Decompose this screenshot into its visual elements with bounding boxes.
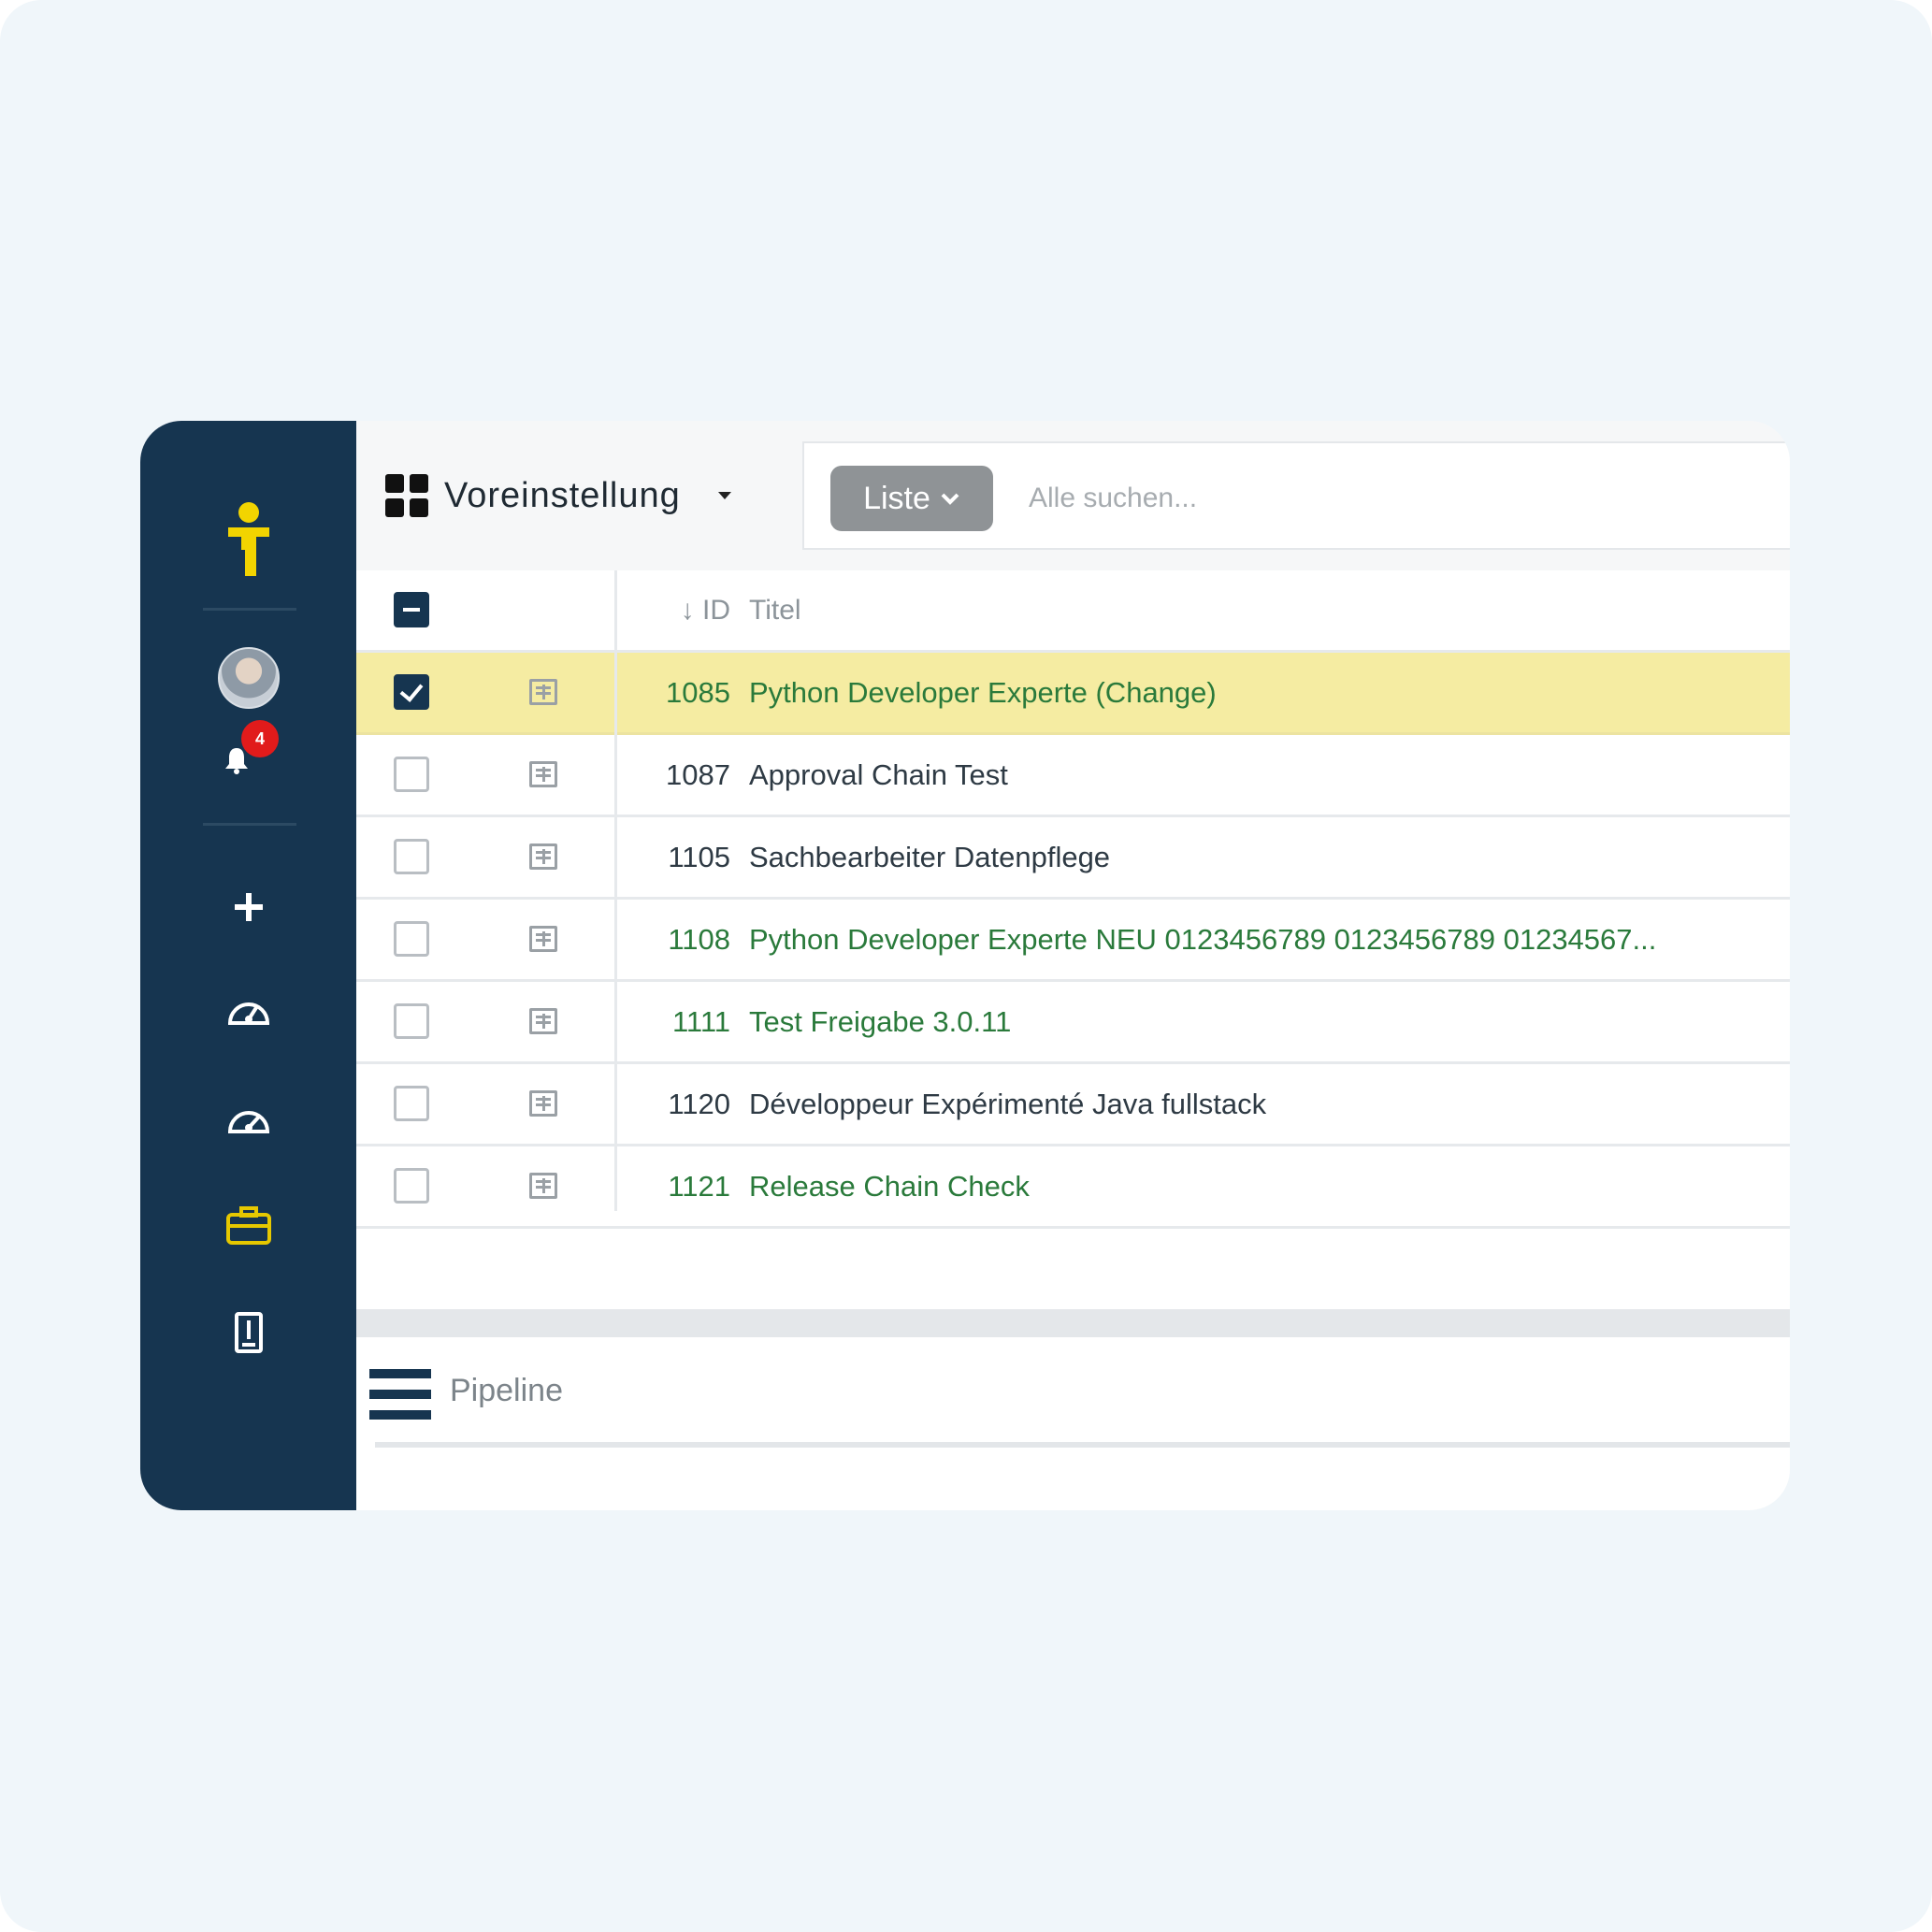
search-bar: Liste <box>802 441 1790 550</box>
row-title[interactable]: Python Developer Experte NEU 0123456789 … <box>749 900 1762 979</box>
id-header-label: ID <box>702 595 730 626</box>
preset-label: Voreinstellung <box>444 475 681 515</box>
row-id: 1105 <box>668 841 730 873</box>
row-title[interactable]: Test Freigabe 3.0.11 <box>749 982 1762 1061</box>
row-checkbox[interactable] <box>394 1003 429 1039</box>
row-title[interactable]: Python Developer Experte (Change) <box>749 653 1762 732</box>
table-row[interactable]: 1087 Approval Chain Test <box>356 735 1790 817</box>
sidebar: 4 <box>140 421 356 1510</box>
dashboard-icon <box>227 1002 269 1025</box>
table-row[interactable]: 1105 Sachbearbeiter Datenpflege <box>356 817 1790 900</box>
documents-button[interactable] <box>140 1305 356 1361</box>
caret-down-icon <box>717 492 731 499</box>
row-id: 1087 <box>666 758 730 791</box>
background-frame: 4 Voreinstellung Liste Alle suchen... ↓ … <box>0 0 1932 1932</box>
row-checkbox[interactable] <box>394 921 429 957</box>
row-title[interactable]: Release Chain Check <box>749 1146 1762 1226</box>
calendar-icon <box>529 1008 557 1034</box>
row-checkbox[interactable] <box>394 1086 429 1121</box>
column-divider <box>614 570 617 1211</box>
row-id: 1120 <box>668 1088 730 1120</box>
calendar-icon <box>529 1173 557 1199</box>
calendar-icon <box>529 679 557 705</box>
pipeline-track <box>375 1442 1790 1448</box>
view-mode-label: Liste <box>863 480 930 516</box>
row-title[interactable]: Sachbearbeiter Datenpflege <box>749 817 1762 897</box>
row-checkbox[interactable] <box>394 757 429 792</box>
toolbar: Voreinstellung Liste <box>356 421 1790 570</box>
chevron-down-icon <box>941 493 959 505</box>
notification-badge: 4 <box>241 720 279 757</box>
calendar-icon <box>529 1090 557 1117</box>
table-row[interactable]: 1108 Python Developer Experte NEU 0123456… <box>356 900 1790 982</box>
logo-icon[interactable] <box>140 494 356 587</box>
avatar-button[interactable] <box>140 645 356 711</box>
id-column-header[interactable]: ↓ ID <box>637 570 730 650</box>
add-button[interactable] <box>140 879 356 935</box>
table-row[interactable]: 1111 Test Freigabe 3.0.11 <box>356 982 1790 1064</box>
row-checkbox[interactable] <box>394 839 429 874</box>
calendar-icon <box>529 843 557 870</box>
row-id: 1121 <box>668 1170 730 1203</box>
table-row[interactable]: 1120 Développeur Expérimenté Java fullsta… <box>356 1064 1790 1146</box>
select-all-checkbox[interactable] <box>394 592 429 627</box>
dashboard-button-2[interactable] <box>140 1090 356 1146</box>
row-id: 1108 <box>668 923 730 956</box>
row-checkbox[interactable] <box>394 674 429 710</box>
dashboard-button[interactable] <box>140 982 356 1038</box>
app-window: 4 Voreinstellung Liste Alle suchen... ↓ … <box>140 421 1790 1510</box>
preset-dropdown[interactable]: Voreinstellung <box>384 469 731 522</box>
table-row[interactable]: 1085 Python Developer Experte (Change) <box>356 653 1790 735</box>
pipeline-section: Pipeline <box>356 1337 1790 1510</box>
search-input[interactable] <box>1027 471 1685 526</box>
notification-button[interactable]: 4 <box>215 720 290 786</box>
add-icon <box>234 893 263 921</box>
grid-icon <box>385 474 428 517</box>
menu-icon[interactable] <box>369 1367 431 1421</box>
job-table: ↓ ID Titel 1085 Python Developer Experte … <box>356 570 1790 1455</box>
row-title[interactable]: Développeur Expérimenté Java fullstack <box>749 1064 1762 1144</box>
dashboard-icon <box>227 1111 269 1133</box>
row-id: 1085 <box>666 676 730 709</box>
calendar-icon <box>529 761 557 787</box>
view-mode-button[interactable]: Liste <box>830 466 993 531</box>
sidebar-separator <box>203 823 296 826</box>
row-id: 1111 <box>671 1005 730 1038</box>
document-icon <box>234 1312 263 1353</box>
sort-desc-icon: ↓ <box>680 595 695 626</box>
main-content: Voreinstellung Liste Alle suchen... ↓ ID… <box>356 421 1790 1510</box>
calendar-icon <box>529 926 557 952</box>
section-divider <box>356 1309 1790 1337</box>
sidebar-separator <box>203 608 296 611</box>
table-header-row: ↓ ID Titel <box>356 570 1790 653</box>
avatar <box>217 647 280 709</box>
title-column-header[interactable]: Titel <box>749 570 1762 650</box>
row-title[interactable]: Approval Chain Test <box>749 735 1762 815</box>
table-row[interactable]: 1121 Release Chain Check <box>356 1146 1790 1229</box>
jobs-button[interactable] <box>140 1197 356 1253</box>
row-checkbox[interactable] <box>394 1168 429 1204</box>
pipeline-label: Pipeline <box>450 1373 563 1408</box>
briefcase-icon <box>225 1206 271 1245</box>
